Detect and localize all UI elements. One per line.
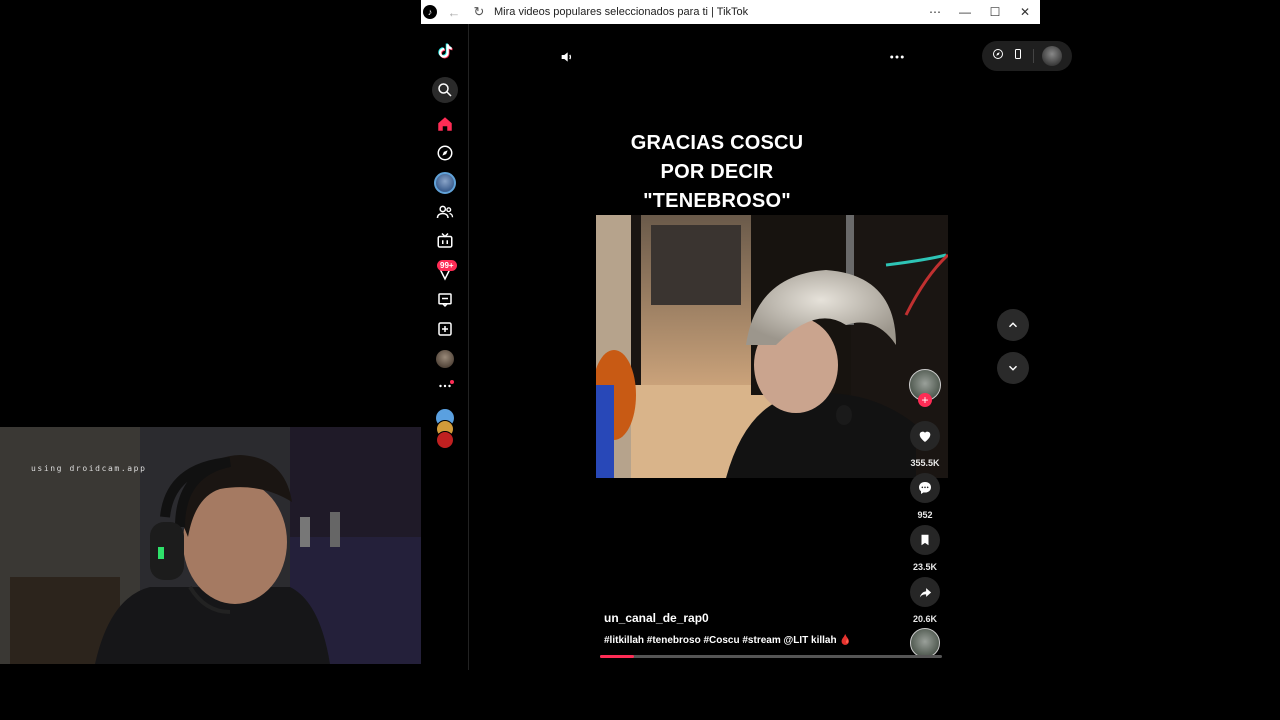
- creator-username[interactable]: un_canal_de_rap0: [604, 611, 709, 625]
- save-count: 23.5K: [912, 562, 938, 572]
- maximize-icon[interactable]: ☐: [980, 5, 1010, 19]
- chevron-down-icon: [1008, 365, 1018, 371]
- caption-line: POR DECIR: [660, 161, 774, 183]
- chevron-up-icon: [1008, 322, 1018, 328]
- mode-pill: [982, 41, 1072, 71]
- tiktok-icon: ♪: [423, 5, 437, 19]
- video-progress-bar[interactable]: [600, 655, 942, 658]
- sound: [906, 628, 944, 658]
- more-notification-dot: [450, 380, 454, 384]
- home-icon[interactable]: [433, 112, 457, 136]
- window-title: Mira videos populares seleccionados para…: [494, 6, 749, 18]
- explore-mode-icon[interactable]: [992, 47, 1004, 65]
- caption-line: GRACIAS COSCU: [630, 132, 804, 154]
- caption-line: "TENEBROSO": [643, 190, 791, 212]
- search-icon[interactable]: [432, 77, 458, 103]
- follow-plus-icon[interactable]: +: [918, 393, 932, 407]
- profile-avatar[interactable]: [436, 350, 454, 368]
- video-hashtags[interactable]: #litkillah #tenebroso #Coscu #stream @LI…: [604, 635, 852, 646]
- title-bar: ♪ ← ↻ Mira videos populares seleccionado…: [421, 0, 1040, 24]
- more-icon[interactable]: ⋯: [920, 5, 950, 19]
- activity-badge: 99+: [437, 260, 457, 271]
- share-count: 20.6K: [912, 614, 938, 624]
- close-icon[interactable]: ✕: [1010, 5, 1040, 19]
- like-count: 355.5K: [910, 458, 940, 468]
- sound-disc-icon[interactable]: [910, 628, 940, 658]
- messages-icon[interactable]: [433, 288, 457, 312]
- friends-icon[interactable]: [433, 200, 457, 224]
- webcam-scene-illustration: [0, 427, 421, 664]
- sidebar: [421, 24, 469, 670]
- explore-icon[interactable]: [433, 141, 457, 165]
- following-stack-avatar-3[interactable]: [436, 431, 454, 449]
- like-action: 355.5K: [906, 421, 944, 468]
- upload-icon[interactable]: [433, 317, 457, 341]
- back-icon[interactable]: ←: [446, 5, 462, 20]
- browser-window: ♪ ← ↻ Mira videos populares seleccionado…: [421, 0, 1072, 670]
- user-avatar[interactable]: [1041, 46, 1062, 66]
- bookmark-icon[interactable]: [910, 525, 940, 555]
- comment-action: 952: [906, 473, 944, 520]
- comment-icon[interactable]: [910, 473, 940, 503]
- video-scene-illustration: [596, 215, 948, 478]
- following-avatar[interactable]: [434, 172, 456, 194]
- volume-icon[interactable]: [558, 48, 576, 66]
- video-player: GRACIAS COSCU POR DECIR "TENEBROSO" + 35…: [470, 24, 1072, 670]
- reload-icon[interactable]: ↻: [471, 4, 487, 20]
- webcam-watermark: using droidcam.app: [31, 464, 147, 473]
- more-icon[interactable]: [433, 374, 457, 398]
- share-icon[interactable]: [910, 577, 940, 607]
- screen: ♪ ← ↻ Mira videos populares seleccionado…: [0, 0, 1280, 720]
- previous-video-button[interactable]: [997, 309, 1029, 341]
- phone-icon[interactable]: [1012, 47, 1024, 65]
- video-more-icon[interactable]: [886, 48, 908, 66]
- webcam-overlay: [0, 427, 421, 664]
- comment-count: 952: [917, 510, 933, 520]
- heart-icon[interactable]: [910, 421, 940, 451]
- video-frame[interactable]: [596, 215, 948, 478]
- tiktok-logo-icon[interactable]: [433, 39, 457, 63]
- save-action: 23.5K: [906, 525, 944, 572]
- video-caption: GRACIAS COSCU POR DECIR "TENEBROSO": [592, 129, 842, 216]
- pill-divider: [1032, 49, 1034, 63]
- share-action: 20.6K: [906, 577, 944, 624]
- creator: +: [906, 369, 944, 407]
- live-icon[interactable]: [433, 229, 457, 253]
- minimize-icon[interactable]: —: [950, 5, 980, 19]
- video-progress-fill: [600, 655, 635, 658]
- next-video-button[interactable]: [997, 352, 1029, 384]
